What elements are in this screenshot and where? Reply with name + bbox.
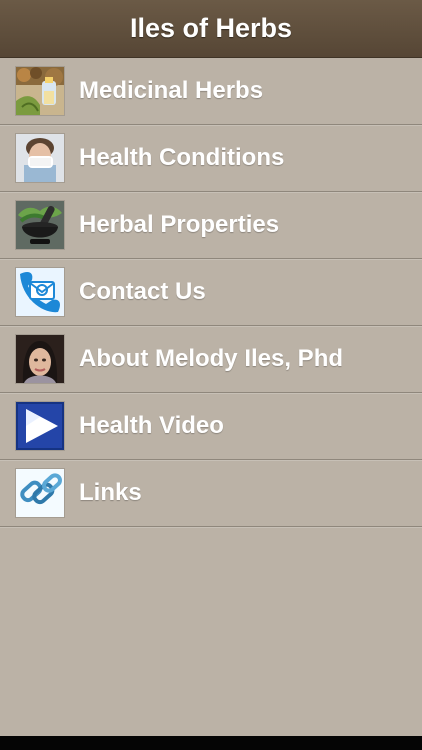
app-header: Iles of Herbs bbox=[0, 0, 422, 58]
menu-item-label: Contact Us bbox=[79, 278, 206, 305]
menu-item-label: Health Video bbox=[79, 412, 224, 439]
mortar-and-pestle-icon bbox=[16, 201, 64, 249]
chain-link-icon bbox=[16, 469, 64, 517]
menu-item-links[interactable]: Links bbox=[0, 460, 422, 527]
play-icon bbox=[16, 402, 64, 450]
menu-item-about-melody-iles[interactable]: About Melody Iles, Phd bbox=[0, 326, 422, 393]
menu-item-health-conditions[interactable]: Health Conditions bbox=[0, 125, 422, 192]
app-title: Iles of Herbs bbox=[129, 13, 293, 43]
menu-item-label: Health Conditions bbox=[79, 144, 285, 171]
main-menu: Medicinal Herbs Health Conditions Herbal… bbox=[0, 58, 422, 527]
menu-item-health-video[interactable]: Health Video bbox=[0, 393, 422, 460]
herbs-and-oil-bottle-icon bbox=[16, 67, 64, 115]
menu-item-label: Links bbox=[79, 479, 142, 506]
menu-item-label: Medicinal Herbs bbox=[79, 77, 264, 104]
menu-item-label: Herbal Properties bbox=[79, 211, 280, 238]
menu-item-label: About Melody Iles, Phd bbox=[79, 345, 344, 372]
portrait-photo-icon bbox=[16, 335, 64, 383]
menu-item-herbal-properties[interactable]: Herbal Properties bbox=[0, 192, 422, 259]
bottom-bar bbox=[0, 736, 422, 750]
phone-email-icon bbox=[16, 268, 64, 316]
menu-item-medicinal-herbs[interactable]: Medicinal Herbs bbox=[0, 58, 422, 125]
sick-person-icon bbox=[16, 134, 64, 182]
menu-item-contact-us[interactable]: Contact Us bbox=[0, 259, 422, 326]
